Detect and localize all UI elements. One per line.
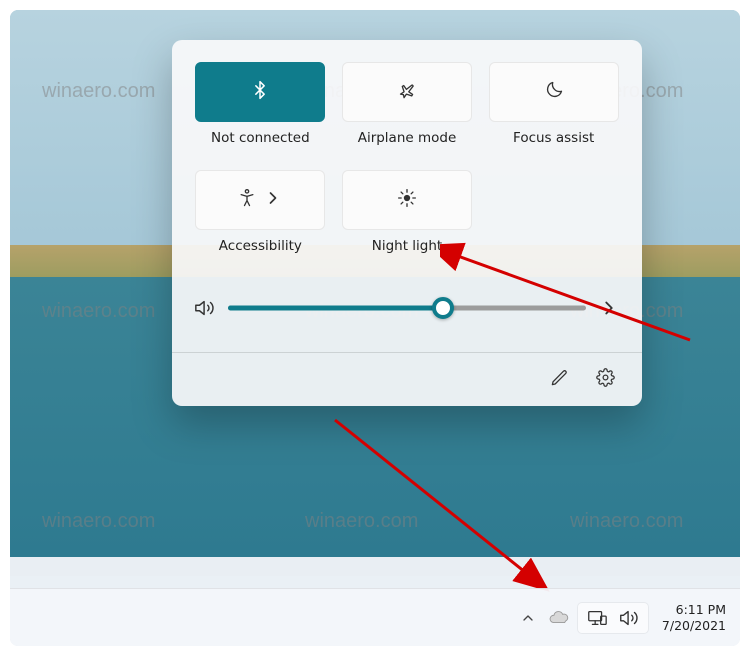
pencil-icon [550,368,569,391]
volume-row [194,288,620,328]
tile-wrap-bluetooth: Not connected [194,62,327,160]
system-tray-button[interactable] [578,603,648,633]
taskbar-time: 6:11 PM [662,602,726,618]
accessibility-tile[interactable] [195,170,325,230]
airplane-mode-label: Airplane mode [358,130,457,146]
volume-tray-icon [618,607,640,629]
settings-button[interactable] [586,363,624,397]
panel-footer [172,352,642,406]
moon-icon [544,80,564,104]
airplane-mode-tile[interactable] [342,62,472,122]
tiles-grid: Not connected Airplane mode Focus assist [194,62,620,268]
bluetooth-tile[interactable] [195,62,325,122]
tile-wrap-airplane: Airplane mode [341,62,474,160]
brightness-icon [397,188,417,212]
desktop-wallpaper: winaero.com winaero.com winaero.com wina… [10,10,740,646]
bluetooth-label: Not connected [211,130,310,146]
accessibility-label: Accessibility [219,238,302,254]
onedrive-tray-icon[interactable] [548,607,570,629]
speaker-icon[interactable] [194,297,216,319]
slider-thumb[interactable] [432,297,454,319]
taskbar-date: 7/20/2021 [662,618,726,634]
volume-flyout-button[interactable] [598,297,620,319]
edit-quick-settings-button[interactable] [540,363,578,397]
network-tray-icon [586,607,608,629]
focus-assist-label: Focus assist [513,130,594,146]
focus-assist-tile[interactable] [489,62,619,122]
accessibility-icon [237,188,257,212]
tile-wrap-nightlight: Night light [341,170,474,268]
tray-overflow-button[interactable] [520,610,536,626]
slider-fill [228,306,443,311]
airplane-icon [397,80,417,104]
gear-icon [596,368,615,391]
chevron-right-icon [263,188,283,212]
night-light-tile[interactable] [342,170,472,230]
taskbar: 6:11 PM 7/20/2021 [10,588,740,646]
quick-settings-panel: Not connected Airplane mode Focus assist [172,40,642,406]
tile-wrap-focus: Focus assist [487,62,620,160]
taskbar-clock[interactable]: 6:11 PM 7/20/2021 [662,602,726,633]
bluetooth-icon [250,80,270,104]
volume-slider[interactable] [228,296,586,320]
tile-wrap-accessibility: Accessibility [194,170,327,268]
night-light-label: Night light [372,238,442,254]
